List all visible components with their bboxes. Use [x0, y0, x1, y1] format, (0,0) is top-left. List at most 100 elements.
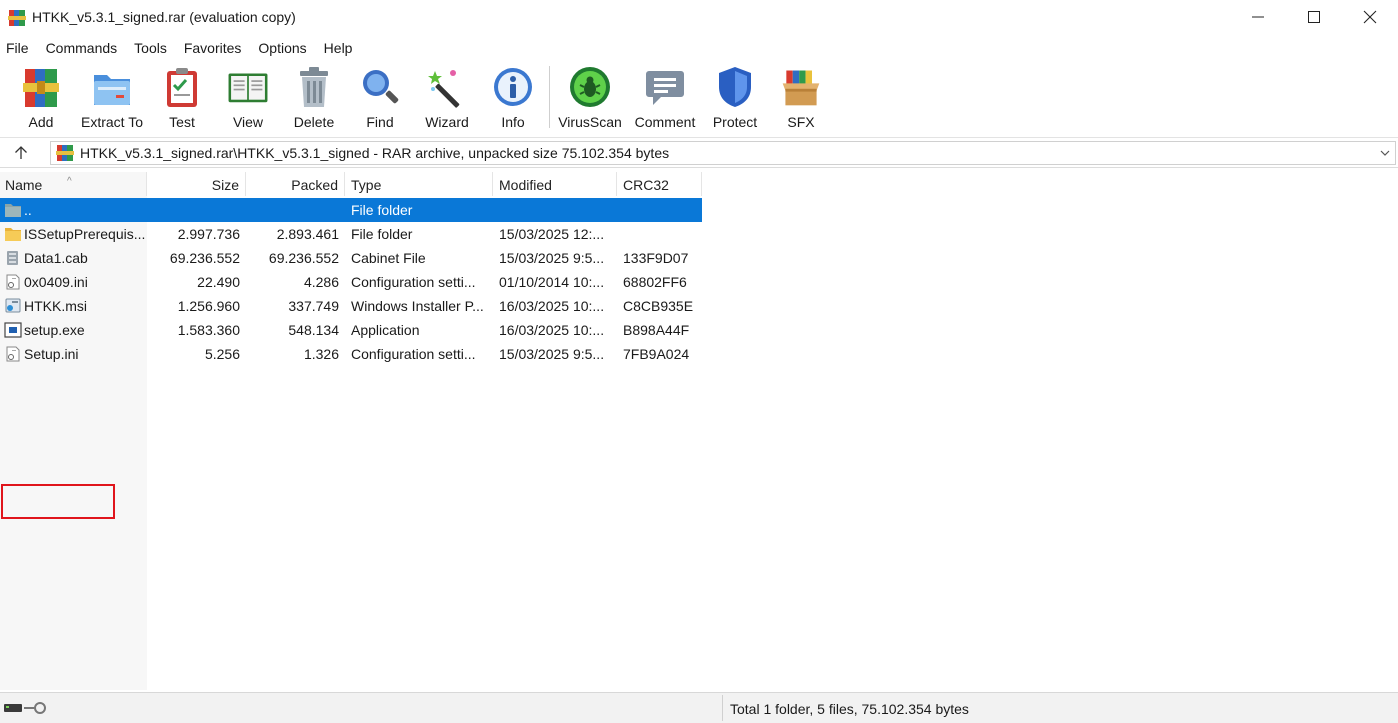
- msi-file-icon: [4, 298, 22, 314]
- cell-packed: [246, 198, 339, 222]
- cell-size: 1.583.360: [177, 322, 240, 338]
- winrar-icon: [8, 10, 26, 26]
- menu-options[interactable]: Options: [258, 40, 306, 56]
- cell-name: ISSetupPrerequis...: [24, 226, 146, 242]
- comment-bubble-icon: [646, 71, 684, 105]
- cell-crc: C8CB935E: [623, 298, 694, 314]
- cell-crc: [623, 198, 699, 222]
- cell-type: Configuration setti...: [351, 274, 476, 290]
- rar-archive-icon: [56, 145, 74, 161]
- close-button[interactable]: [1342, 0, 1398, 34]
- column-name[interactable]: Name ^: [0, 172, 147, 196]
- info-icon: [494, 68, 532, 106]
- file-row[interactable]: setup.exe 1.583.360 548.134 Application 16/0…: [0, 318, 702, 342]
- info-label: Info: [501, 114, 525, 130]
- drive-key-icon: [4, 702, 46, 714]
- magic-wand-icon: [428, 70, 460, 108]
- comment-label: Comment: [634, 114, 696, 130]
- exe-file-icon: [4, 322, 22, 338]
- sfx-button[interactable]: SFX: [776, 64, 826, 134]
- path-field[interactable]: HTKK_v5.3.1_signed.rar\HTKK_v5.3.1_signe…: [50, 141, 1396, 165]
- maximize-icon: [1308, 11, 1320, 23]
- file-row[interactable]: 0x0409.ini 22.490 4.286 Configuration setti…: [0, 270, 702, 294]
- info-button[interactable]: Info: [491, 64, 535, 134]
- cell-type: Application: [351, 322, 420, 338]
- cell-packed: 337.749: [288, 298, 339, 314]
- file-row[interactable]: Data1.cab 69.236.552 69.236.552 Cabinet Fil…: [0, 246, 702, 270]
- view-book-icon: [228, 73, 268, 103]
- column-modified-label: Modified: [499, 177, 552, 193]
- column-crc32[interactable]: CRC32: [617, 172, 702, 196]
- cell-type: Windows Installer P...: [351, 298, 484, 314]
- column-crc32-label: CRC32: [623, 177, 669, 193]
- column-type-label: Type: [351, 177, 382, 193]
- column-size-label: Size: [211, 177, 239, 193]
- file-row[interactable]: ISSetupPrerequis... 2.997.736 2.893.461 Fil…: [0, 222, 702, 246]
- column-name-label: Name: [5, 177, 43, 193]
- status-bar: Total 1 folder, 5 files, 75.102.354 byte…: [0, 692, 1398, 723]
- cell-size: 22.490: [197, 274, 240, 290]
- wizard-button[interactable]: Wizard: [422, 64, 472, 134]
- add-button[interactable]: Add: [19, 64, 63, 134]
- ini-file-icon: [4, 346, 22, 362]
- folder-icon: [4, 226, 22, 242]
- cell-name: setup.exe: [24, 322, 85, 338]
- cell-size: [147, 198, 240, 222]
- column-modified[interactable]: Modified: [493, 172, 617, 196]
- delete-button[interactable]: Delete: [291, 64, 337, 134]
- cell-modified: 15/03/2025 9:5...: [499, 346, 605, 362]
- find-label: Find: [366, 114, 394, 130]
- test-label: Test: [169, 114, 195, 130]
- virusscan-button[interactable]: VirusScan: [558, 64, 622, 134]
- status-total: Total 1 folder, 5 files, 75.102.354 byte…: [730, 701, 969, 717]
- highlight-annotation-box: [1, 484, 115, 519]
- test-button[interactable]: Test: [160, 64, 204, 134]
- find-button[interactable]: Find: [358, 64, 402, 134]
- view-button[interactable]: View: [220, 64, 276, 134]
- window-title: HTKK_v5.3.1_signed.rar (evaluation copy): [32, 9, 296, 25]
- add-label: Add: [28, 114, 54, 130]
- folder-up-icon: [4, 202, 22, 218]
- chevron-down-icon[interactable]: [1379, 147, 1391, 159]
- protect-label: Protect: [712, 114, 758, 130]
- toolbar-separator: [549, 66, 550, 128]
- comment-button[interactable]: Comment: [632, 64, 698, 134]
- shield-icon: [719, 67, 751, 107]
- cell-name: HTKK.msi: [24, 298, 87, 314]
- up-arrow-icon[interactable]: [12, 144, 30, 162]
- file-row[interactable]: Setup.ini 5.256 1.326 Configuration setti..…: [0, 342, 702, 366]
- menu-favorites[interactable]: Favorites: [184, 40, 242, 56]
- menu-tools[interactable]: Tools: [134, 40, 167, 56]
- protect-button[interactable]: Protect: [709, 64, 761, 134]
- sort-up-icon: ^: [67, 176, 72, 187]
- menu-commands[interactable]: Commands: [46, 40, 118, 56]
- menu-help[interactable]: Help: [324, 40, 353, 56]
- cell-type: File folder: [351, 226, 413, 242]
- column-packed[interactable]: Packed: [246, 172, 345, 196]
- file-row[interactable]: .. File folder: [0, 198, 702, 222]
- cell-name: Setup.ini: [24, 346, 79, 362]
- cell-crc: 7FB9A024: [623, 346, 690, 362]
- toolbar: Add Extract To Test View Delete Find Wiz…: [0, 60, 1398, 138]
- view-label: View: [232, 114, 264, 130]
- maximize-button[interactable]: [1286, 0, 1342, 34]
- file-list: Name ^ Size Packed Type Modified CRC32 .…: [0, 172, 1398, 690]
- extract-to-label: Extract To: [81, 114, 143, 130]
- column-type[interactable]: Type: [345, 172, 493, 196]
- cell-packed: 2.893.461: [276, 226, 339, 242]
- magnifier-icon: [363, 70, 399, 104]
- add-archive-icon: [23, 69, 59, 107]
- cell-modified: 01/10/2014 10:...: [499, 274, 605, 290]
- minimize-button[interactable]: [1230, 0, 1286, 34]
- cell-modified: [499, 198, 615, 222]
- menu-file[interactable]: File: [6, 40, 29, 56]
- cell-packed: 69.236.552: [268, 250, 339, 266]
- column-size[interactable]: Size: [147, 172, 246, 196]
- file-row[interactable]: HTKK.msi 1.256.960 337.749 Windows Installe…: [0, 294, 702, 318]
- cell-type: Configuration setti...: [351, 346, 476, 362]
- sfx-box-icon: [782, 70, 820, 106]
- cell-packed: 548.134: [288, 322, 339, 338]
- sfx-label: SFX: [787, 114, 815, 130]
- extract-to-button[interactable]: Extract To: [79, 64, 145, 134]
- status-divider: [722, 695, 723, 721]
